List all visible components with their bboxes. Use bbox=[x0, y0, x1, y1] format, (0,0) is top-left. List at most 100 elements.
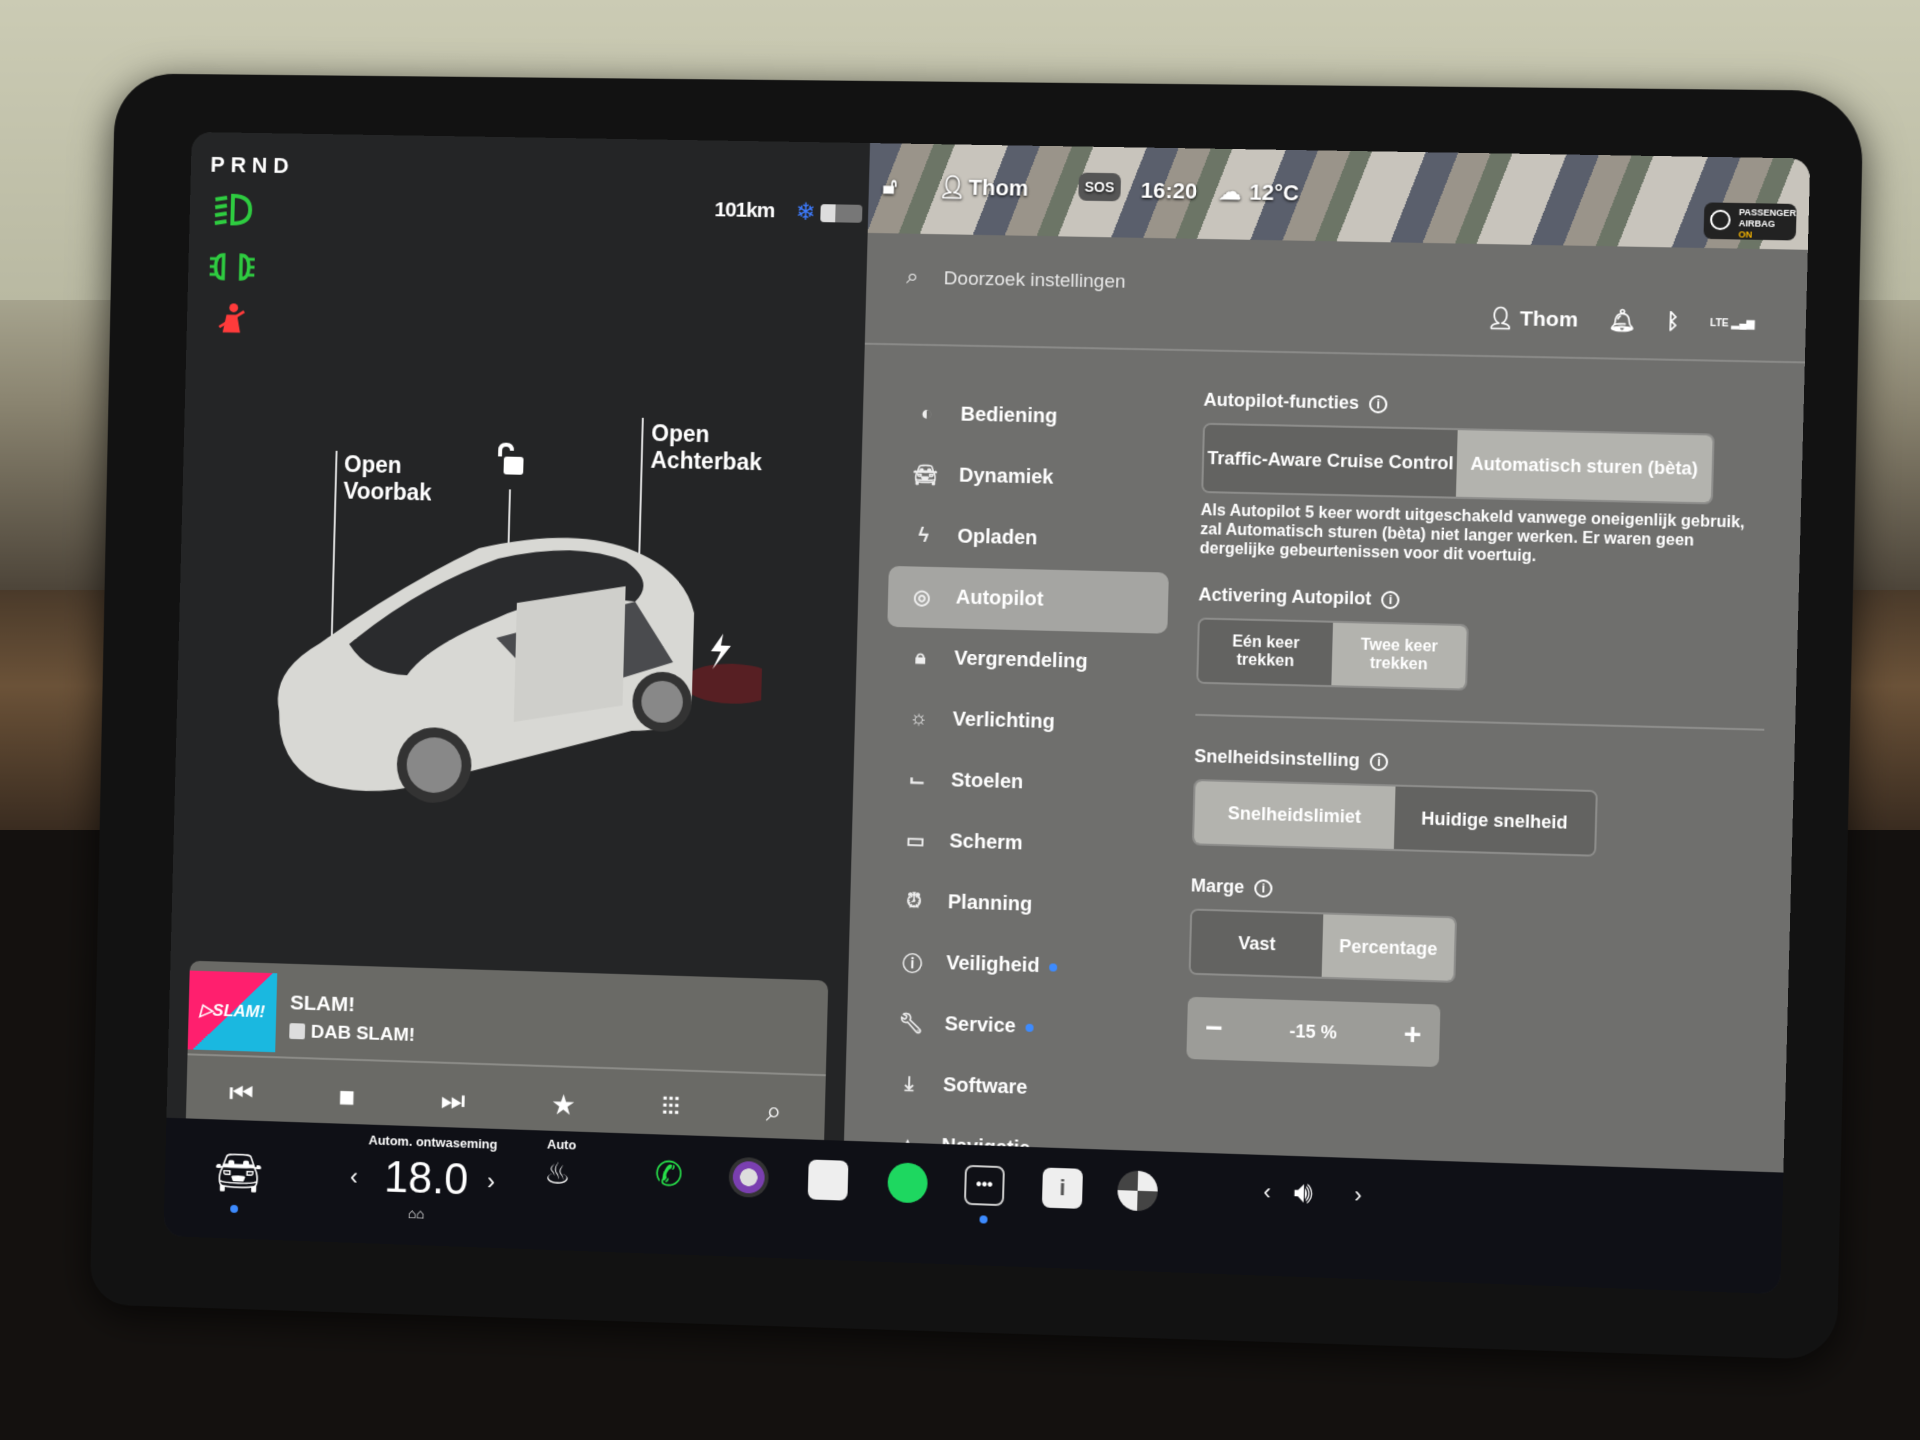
header-divider bbox=[864, 342, 1805, 364]
option-fixed[interactable]: Vast bbox=[1190, 910, 1324, 977]
next-track-icon[interactable]: ⏭ bbox=[440, 1084, 465, 1118]
sidebar-item-autopilot[interactable]: ◎ Autopilot bbox=[887, 565, 1169, 634]
settings-status-bar: 👤︎ Thom 🔔︎ ᛒ LTE ▂▄▆ bbox=[1486, 307, 1754, 336]
seatbelt-warning-icon bbox=[208, 303, 254, 338]
messages-app-icon[interactable]: ••• bbox=[963, 1164, 1005, 1207]
parking-lights-icon bbox=[209, 249, 255, 285]
activation-label: Activering Autopilot bbox=[1198, 584, 1372, 609]
network-type: LTE bbox=[1709, 317, 1729, 329]
option-autosteer[interactable]: Automatisch sturen (bèta) bbox=[1455, 430, 1713, 503]
sidebar-item-label: Scherm bbox=[949, 830, 1024, 855]
station-artwork: ▷SLAM! bbox=[187, 970, 278, 1053]
open-frunk-button[interactable]: Open Voorbak bbox=[343, 451, 433, 506]
sos-button[interactable]: SOS bbox=[1078, 172, 1121, 202]
decrease-button[interactable]: − bbox=[1205, 1011, 1224, 1046]
bluetooth-icon[interactable]: ᛒ bbox=[1666, 310, 1680, 335]
airbag-label-2: AIRBAG bbox=[1738, 218, 1776, 229]
sidebar-item-scherm[interactable]: ▭ Scherm bbox=[881, 809, 1163, 878]
option-tacc[interactable]: Traffic-Aware Cruise Control bbox=[1203, 424, 1458, 497]
temp-decrease-button[interactable]: ‹ bbox=[350, 1164, 359, 1192]
radio-icon bbox=[289, 1023, 306, 1040]
sidebar-item-label: Dynamiek bbox=[958, 464, 1054, 489]
sidebar-item-bediening[interactable]: ◐ Bediening bbox=[892, 383, 1174, 450]
notification-bell-icon[interactable]: 🔔︎ bbox=[1608, 309, 1636, 334]
volume-speaker-icon[interactable]: 🔊︎ bbox=[1293, 1176, 1313, 1211]
vehicle-3d-model[interactable] bbox=[257, 523, 766, 833]
previous-track-icon[interactable]: ⏮ bbox=[229, 1077, 254, 1110]
bolt-icon: ϟ bbox=[917, 524, 930, 547]
features-label: Autopilot-functies bbox=[1203, 389, 1360, 413]
sidebar-item-label: Bediening bbox=[960, 403, 1058, 428]
volume-left-button[interactable]: ‹ bbox=[1263, 1179, 1271, 1205]
sidebar-item-veiligheid[interactable]: ⓘ Veiligheid bbox=[878, 931, 1160, 1001]
battery-fill bbox=[820, 204, 836, 223]
clock: 16:20 bbox=[1140, 177, 1198, 204]
defrost-icons[interactable]: ⌂⌂ bbox=[408, 1205, 425, 1221]
frunk-label-line2: Voorbak bbox=[343, 477, 433, 506]
sidebar-item-label: Verlichting bbox=[952, 708, 1056, 734]
lte-signal-icon: LTE ▂▄▆ bbox=[1709, 317, 1755, 330]
media-title: SLAM! bbox=[289, 991, 356, 1017]
cabin-temperature[interactable]: 18.0 bbox=[384, 1153, 469, 1205]
calendar-app-icon[interactable] bbox=[807, 1159, 849, 1201]
manual-app-icon[interactable]: i bbox=[1041, 1167, 1083, 1209]
temp-increase-button[interactable]: › bbox=[487, 1168, 496, 1196]
autopilot-strike-description: Als Autopilot 5 keer wordt uitgeschakeld… bbox=[1199, 502, 1745, 566]
option-speed-limit[interactable]: Snelheidslimiet bbox=[1194, 781, 1396, 849]
info-icon[interactable]: i bbox=[1381, 590, 1400, 609]
option-single-pull[interactable]: Eén keer trekken bbox=[1198, 619, 1333, 686]
airbag-label: PASSENGER bbox=[1738, 207, 1797, 219]
seat-heater-icon[interactable]: ♨ bbox=[544, 1156, 571, 1192]
search-icon: ⌕ bbox=[906, 263, 920, 289]
map-strip[interactable]: 🔓︎ 👤︎ Thom SOS 16:20 ☁ 12°C PASSENGER AI… bbox=[867, 143, 1811, 250]
search-input[interactable]: Doorzoek instellingen bbox=[944, 268, 1126, 292]
sidebar-item-planning[interactable]: ⏰︎ Planning bbox=[879, 870, 1161, 939]
media-subtitle: DAB SLAM! bbox=[289, 1021, 415, 1047]
section-divider bbox=[1195, 713, 1765, 731]
media-search-icon[interactable]: ⌕ bbox=[766, 1095, 782, 1128]
settings-search[interactable]: ⌕ Doorzoek instellingen bbox=[906, 264, 1126, 294]
info-icon[interactable]: i bbox=[1254, 878, 1273, 898]
speed-setting-selector: Snelheidslimiet Huidige snelheid bbox=[1191, 779, 1598, 857]
profile-icon[interactable]: 👤︎ bbox=[938, 174, 967, 200]
sidebar-item-label: Veiligheid bbox=[945, 952, 1040, 978]
option-current-speed[interactable]: Huidige snelheid bbox=[1393, 786, 1596, 855]
unlock-button[interactable] bbox=[493, 442, 525, 481]
download-icon: ⤓ bbox=[904, 1072, 914, 1096]
speed-setting-heading: Snelheidsinstelling i bbox=[1194, 746, 1763, 783]
unlocked-padlock-icon bbox=[494, 442, 524, 475]
phone-icon[interactable]: ✆ bbox=[654, 1154, 683, 1195]
open-trunk-button[interactable]: Open Achterbak bbox=[650, 420, 763, 476]
gear-indicator: PRND bbox=[210, 151, 295, 179]
info-icon[interactable]: i bbox=[1368, 394, 1388, 414]
trunk-label-line1: Open bbox=[651, 419, 710, 448]
stop-icon[interactable]: ■ bbox=[338, 1081, 355, 1113]
sidebar-item-opladen[interactable]: ϟ Opladen bbox=[889, 505, 1171, 573]
sidebar-item-dynamiek[interactable]: 🚘︎ Dynamiek bbox=[890, 444, 1172, 511]
info-icon[interactable]: i bbox=[1369, 752, 1389, 771]
sidebar-item-service[interactable]: 🔧︎ Service bbox=[876, 992, 1158, 1062]
volume-right-button[interactable]: › bbox=[1354, 1182, 1362, 1208]
equalizer-icon[interactable]: ⫶⫶⫶ bbox=[661, 1094, 679, 1122]
spotify-icon[interactable] bbox=[887, 1162, 929, 1204]
display-icon: ▭ bbox=[905, 830, 926, 853]
user-profile[interactable]: 👤︎ Thom bbox=[1486, 307, 1578, 333]
profile-name-top[interactable]: Thom bbox=[968, 175, 1028, 202]
car-controls-icon[interactable]: 🚘︎ bbox=[213, 1149, 264, 1197]
increase-button[interactable]: + bbox=[1403, 1018, 1422, 1053]
notification-badge bbox=[1025, 1023, 1034, 1032]
sidebar-item-vergrendeling[interactable]: 🔒︎ Vergrendeling bbox=[886, 627, 1168, 695]
sidebar-item-verlichting[interactable]: ☼ Verlichting bbox=[884, 688, 1166, 756]
favorite-star-icon[interactable]: ★ bbox=[551, 1088, 577, 1122]
user-name: Thom bbox=[1519, 307, 1579, 332]
camera-app-icon[interactable] bbox=[728, 1156, 770, 1198]
sidebar-item-software[interactable]: ⤓ Software bbox=[875, 1053, 1157, 1123]
lock-status-icon[interactable]: 🔓︎ bbox=[883, 173, 898, 199]
outside-temperature: 12°C bbox=[1249, 179, 1300, 206]
option-double-pull[interactable]: Twee keer trekken bbox=[1331, 622, 1467, 689]
fan-icon[interactable] bbox=[1117, 1170, 1159, 1212]
alert-icon: ⓘ bbox=[902, 953, 923, 977]
option-percentage[interactable]: Percentage bbox=[1321, 914, 1455, 981]
steering-wheel-icon: ◎ bbox=[912, 586, 931, 609]
sidebar-item-stoelen[interactable]: ⌙ Stoelen bbox=[883, 749, 1165, 818]
